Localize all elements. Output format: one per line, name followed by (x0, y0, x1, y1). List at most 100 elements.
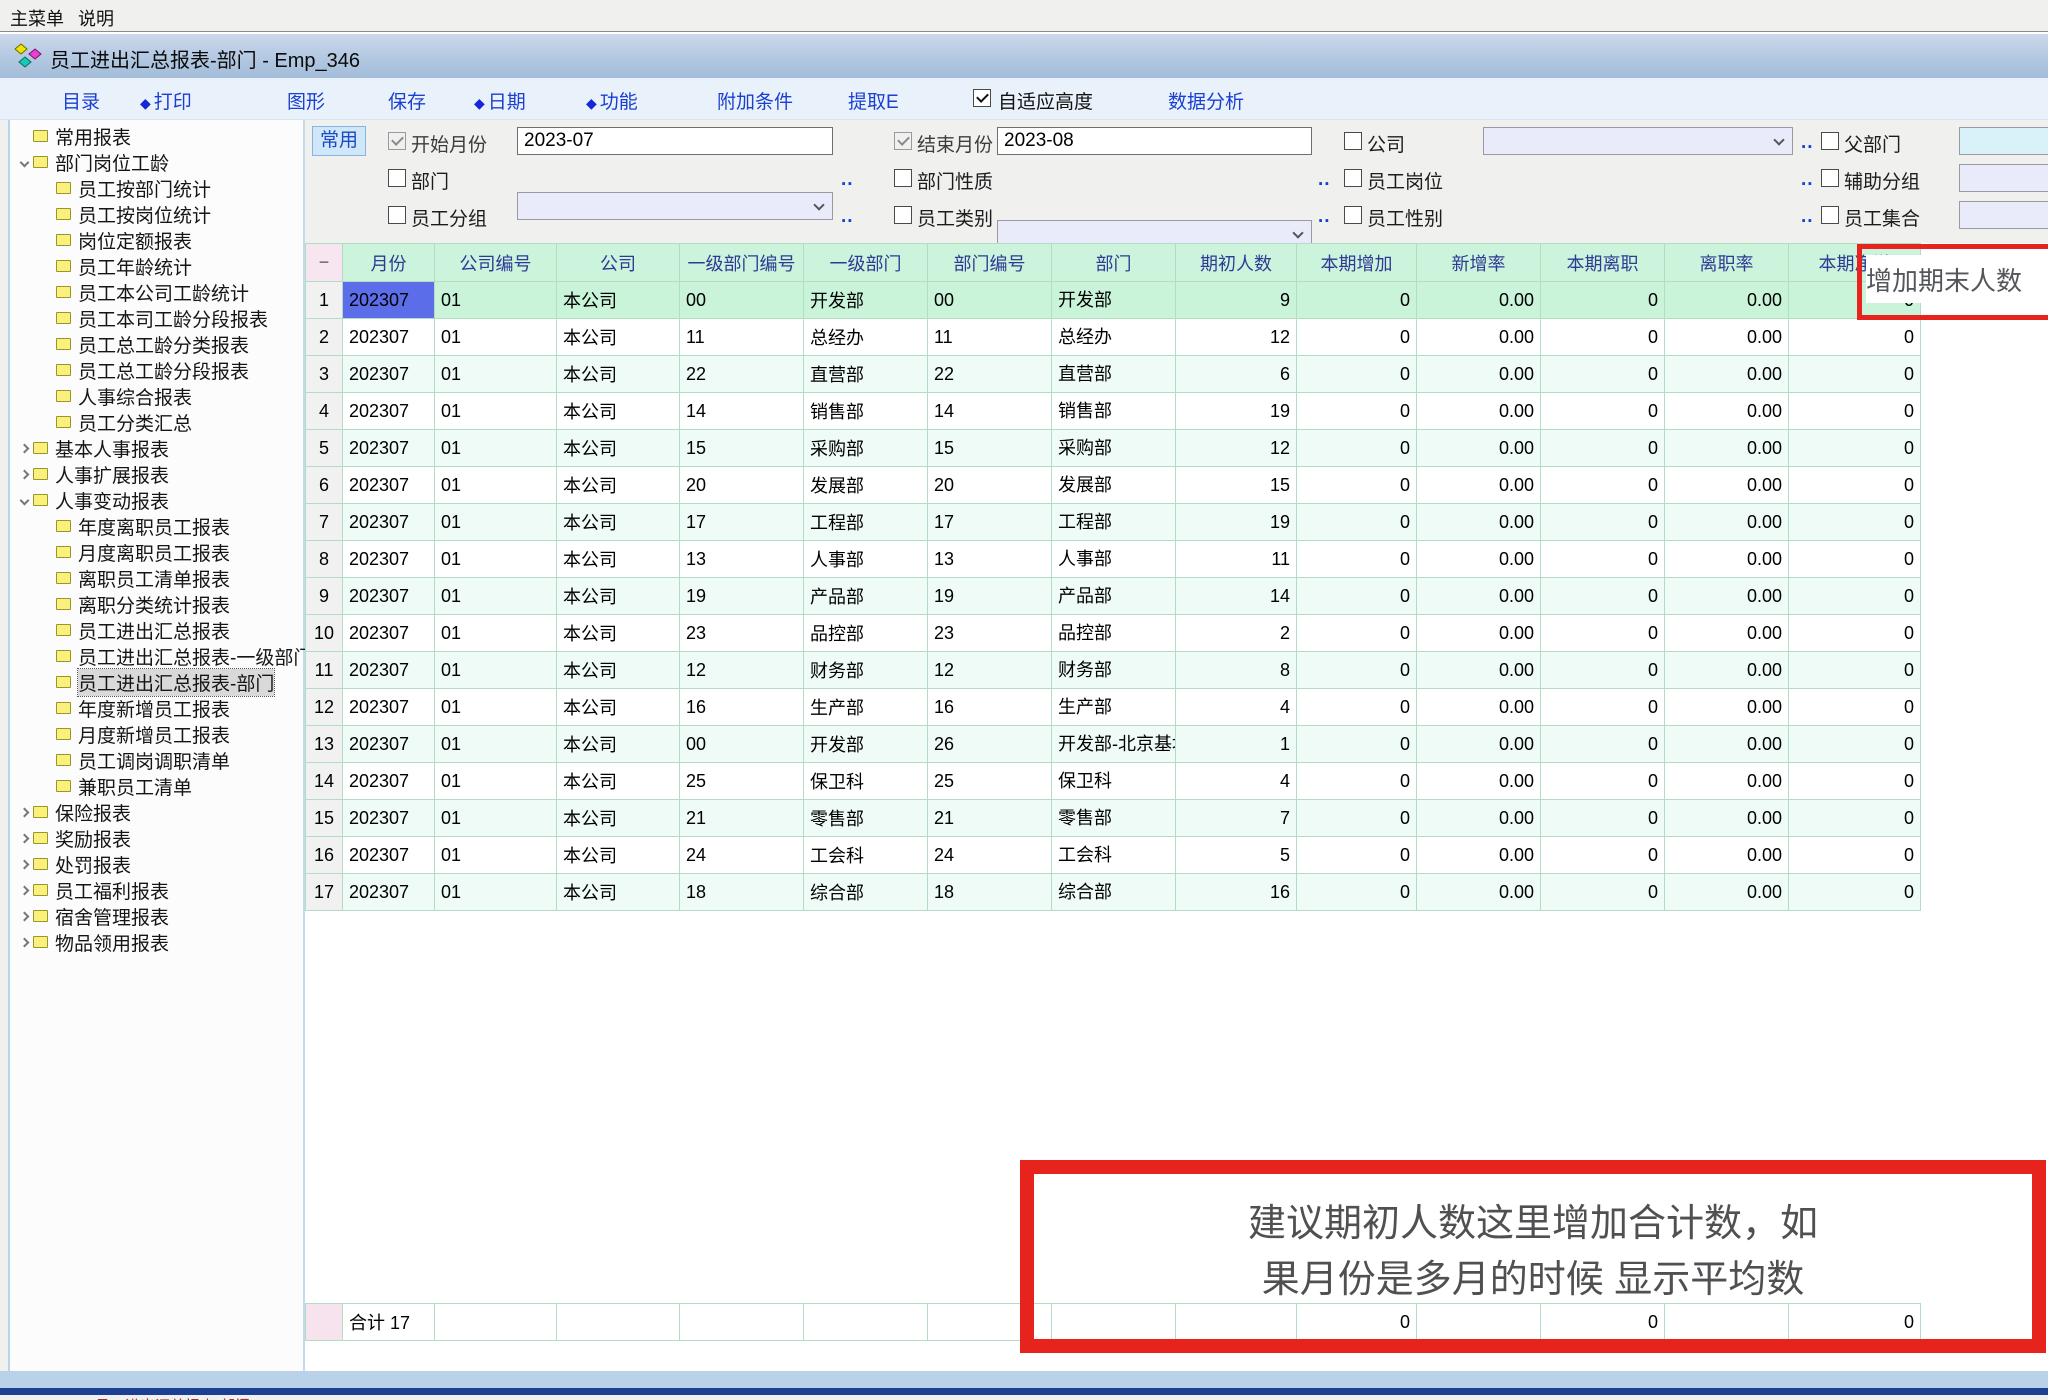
table-cell[interactable]: 0 (1789, 578, 1921, 615)
sidebar-item[interactable]: 员工本司工龄分段报表 (10, 305, 303, 331)
toolbar-extra-conditions-button[interactable]: 附加条件 (717, 87, 793, 114)
table-cell[interactable]: 01 (435, 874, 557, 911)
aux-group-input[interactable] (1959, 164, 2048, 192)
end-month-checkbox[interactable] (894, 132, 912, 150)
table-cell[interactable]: 202307 (343, 726, 435, 763)
table-cell[interactable]: 0.00 (1665, 615, 1789, 652)
table-cell[interactable]: 本公司 (557, 356, 680, 393)
row-number-cell[interactable]: 3 (306, 356, 343, 393)
table-cell[interactable]: 11 (680, 319, 804, 356)
table-cell[interactable]: 14 (680, 393, 804, 430)
table-cell[interactable]: 0 (1541, 319, 1665, 356)
toolbar-data-analysis-button[interactable]: 数据分析 (1168, 87, 1244, 114)
column-header[interactable]: 期初人数 (1176, 244, 1297, 282)
table-cell[interactable]: 发展部 (1052, 467, 1176, 504)
table-cell[interactable]: 0 (1789, 504, 1921, 541)
table-cell[interactable]: 17 (928, 504, 1052, 541)
row-number-cell[interactable]: 2 (306, 319, 343, 356)
table-cell[interactable]: 开发部-北京基地 (1052, 726, 1176, 763)
menu-item-help[interactable]: 说明 (78, 5, 114, 31)
table-cell[interactable]: 0 (1297, 356, 1417, 393)
row-number-cell[interactable]: 12 (306, 689, 343, 726)
sidebar-item[interactable]: 基本人事报表 (10, 435, 303, 461)
table-cell[interactable]: 本公司 (557, 282, 680, 319)
table-cell[interactable]: 0.00 (1665, 356, 1789, 393)
row-number-cell[interactable]: 4 (306, 393, 343, 430)
sidebar-item[interactable]: 离职分类统计报表 (10, 591, 303, 617)
table-cell[interactable]: 0.00 (1417, 393, 1541, 430)
table-cell[interactable]: 总经办 (1052, 319, 1176, 356)
table-cell[interactable]: 0.00 (1665, 282, 1789, 319)
table-cell[interactable]: 0 (1541, 504, 1665, 541)
collapse-arrow-icon[interactable] (16, 913, 33, 920)
table-cell[interactable]: 开发部 (804, 282, 928, 319)
sidebar-item[interactable]: 年度离职员工报表 (10, 513, 303, 539)
sidebar-item[interactable]: 员工调岗调职清单 (10, 747, 303, 773)
emp-post-browse-dots[interactable]: .. (1801, 169, 1814, 191)
table-cell[interactable]: 本公司 (557, 763, 680, 800)
table-cell[interactable]: 0 (1297, 874, 1417, 911)
toolbar-catalog-button[interactable]: 目录 (62, 87, 100, 114)
table-cell[interactable]: 总经办 (804, 319, 928, 356)
company-dropdown[interactable] (1483, 127, 1793, 155)
table-cell[interactable]: 15 (1176, 467, 1297, 504)
table-cell[interactable]: 0.00 (1665, 652, 1789, 689)
table-cell[interactable]: 00 (680, 726, 804, 763)
table-cell[interactable]: 01 (435, 652, 557, 689)
table-cell[interactable]: 19 (680, 578, 804, 615)
table-cell[interactable]: 18 (928, 874, 1052, 911)
table-cell[interactable]: 202307 (343, 689, 435, 726)
table-cell[interactable]: 23 (680, 615, 804, 652)
table-cell[interactable]: 0 (1789, 541, 1921, 578)
expand-arrow-icon[interactable] (16, 497, 33, 504)
table-cell[interactable]: 24 (928, 837, 1052, 874)
column-header[interactable]: 公司 (557, 244, 680, 282)
table-cell[interactable]: 人事部 (1052, 541, 1176, 578)
toolbar-graph-button[interactable]: 图形 (287, 87, 325, 114)
sidebar-item[interactable]: 员工总工龄分类报表 (10, 331, 303, 357)
table-cell[interactable]: 01 (435, 504, 557, 541)
table-cell[interactable]: 01 (435, 578, 557, 615)
table-cell[interactable]: 15 (680, 430, 804, 467)
table-cell[interactable]: 0 (1789, 430, 1921, 467)
table-cell[interactable]: 0 (1789, 467, 1921, 504)
table-cell[interactable]: 品控部 (1052, 615, 1176, 652)
table-cell[interactable]: 202307 (343, 763, 435, 800)
table-cell[interactable]: 0 (1541, 652, 1665, 689)
table-cell[interactable]: 202307 (343, 800, 435, 837)
aux-group-checkbox[interactable] (1821, 169, 1839, 187)
table-cell[interactable]: 0 (1297, 837, 1417, 874)
end-month-input[interactable]: 2023-08 (997, 127, 1312, 155)
company-browse-dots[interactable]: .. (1801, 132, 1814, 154)
table-cell[interactable]: 0.00 (1417, 541, 1541, 578)
table-cell[interactable]: 0.00 (1417, 726, 1541, 763)
adaptive-height-checkbox[interactable] (973, 89, 991, 107)
sidebar-item[interactable]: 员工进出汇总报表-部门 (10, 669, 303, 695)
row-number-cell[interactable]: 9 (306, 578, 343, 615)
table-cell[interactable]: 202307 (343, 282, 435, 319)
row-number-cell[interactable]: 14 (306, 763, 343, 800)
collapse-arrow-icon[interactable] (16, 835, 33, 842)
table-cell[interactable]: 本公司 (557, 467, 680, 504)
table-cell[interactable]: 0.00 (1665, 689, 1789, 726)
sidebar-item[interactable]: 人事变动报表 (10, 487, 303, 513)
table-cell[interactable]: 人事部 (804, 541, 928, 578)
table-cell[interactable]: 采购部 (1052, 430, 1176, 467)
sidebar-item[interactable]: 员工按岗位统计 (10, 201, 303, 227)
table-cell[interactable]: 11 (928, 319, 1052, 356)
table-cell[interactable]: 0 (1297, 319, 1417, 356)
sidebar-item[interactable]: 奖励报表 (10, 825, 303, 851)
table-cell[interactable]: 0 (1297, 615, 1417, 652)
table-cell[interactable]: 直营部 (804, 356, 928, 393)
table-cell[interactable]: 本公司 (557, 689, 680, 726)
table-cell[interactable]: 工会科 (1052, 837, 1176, 874)
column-header[interactable]: 月份 (343, 244, 435, 282)
dept-checkbox[interactable] (388, 169, 406, 187)
table-cell[interactable]: 0 (1297, 430, 1417, 467)
table-cell[interactable]: 23 (928, 615, 1052, 652)
collapse-arrow-icon[interactable] (16, 471, 33, 478)
table-cell[interactable]: 0.00 (1417, 319, 1541, 356)
table-cell[interactable]: 0.00 (1417, 652, 1541, 689)
row-number-cell[interactable]: 10 (306, 615, 343, 652)
table-cell[interactable]: 产品部 (804, 578, 928, 615)
